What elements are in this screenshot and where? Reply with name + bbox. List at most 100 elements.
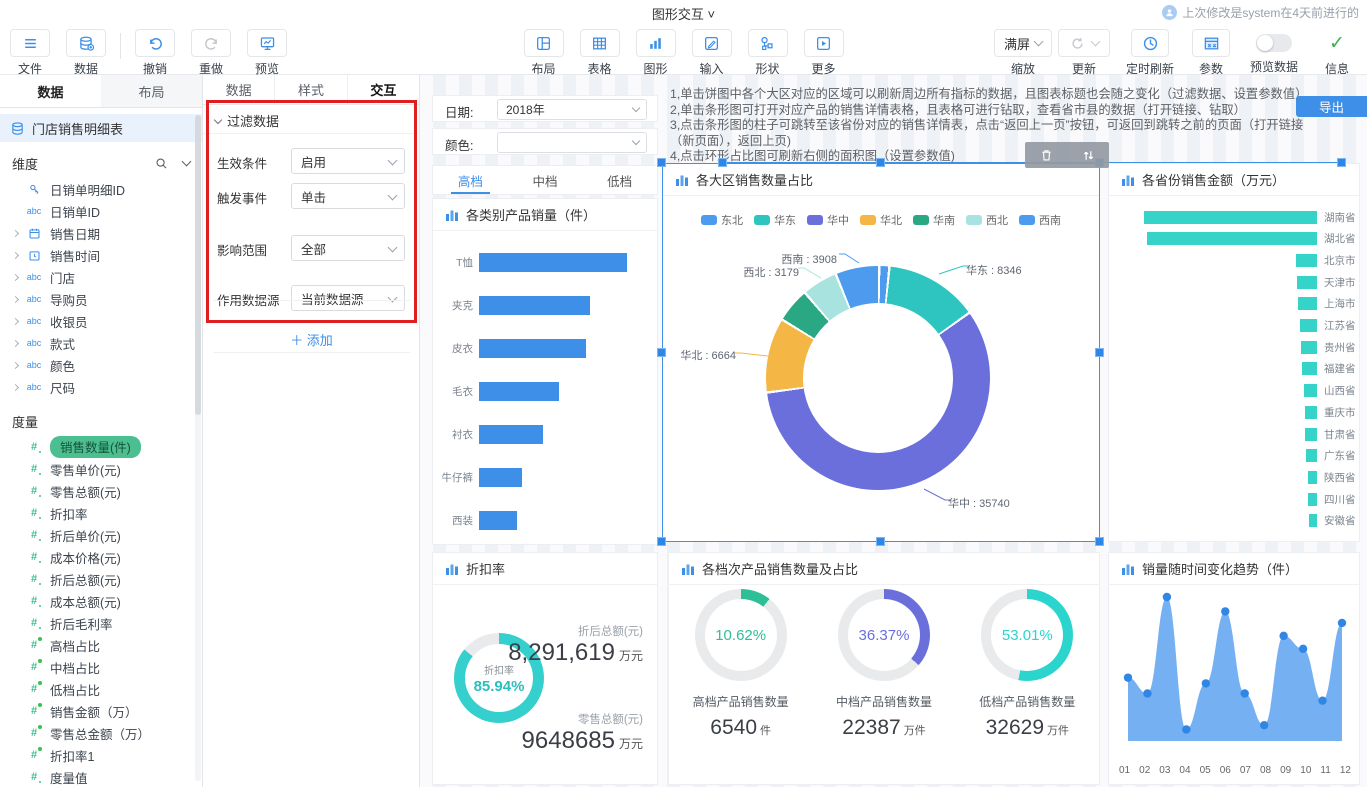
measure-field[interactable]: #销售金额（万） xyxy=(0,700,202,722)
province-bar-row[interactable]: 山西省 xyxy=(1109,384,1359,398)
legend-item[interactable]: 华东 xyxy=(754,212,796,228)
province-bar-row[interactable]: 安徽省 xyxy=(1109,514,1359,528)
chart-button[interactable]: 图形 xyxy=(634,29,678,77)
tab-style-settings[interactable]: 样式 xyxy=(275,75,347,104)
category-bar-row[interactable]: T恤 xyxy=(433,253,657,272)
category-bar-row[interactable]: 毛衣 xyxy=(433,382,657,401)
trend-data-point[interactable] xyxy=(1202,679,1210,687)
dimension-field[interactable]: 销售日期 xyxy=(0,222,202,244)
measure-field[interactable]: #零售总金额（万） xyxy=(0,722,202,744)
category-bar-row[interactable]: 西装 xyxy=(433,511,657,530)
province-bar-row[interactable]: 江苏省 xyxy=(1109,319,1359,333)
layout-button[interactable]: 布局 xyxy=(522,29,566,77)
tab-interaction-settings[interactable]: 交互 xyxy=(348,75,419,104)
zoom-control[interactable]: 满屏 缩放 xyxy=(1001,29,1045,77)
province-bar[interactable] xyxy=(1144,211,1317,224)
export-button[interactable]: 导出 xyxy=(1296,96,1367,117)
selection-handle[interactable] xyxy=(657,537,666,546)
province-bar[interactable] xyxy=(1301,341,1317,354)
legend-item[interactable]: 东北 xyxy=(701,212,743,228)
grade-tab-中档[interactable]: 中档 xyxy=(508,166,583,194)
province-bar-row[interactable]: 上海市 xyxy=(1109,297,1359,311)
trend-data-point[interactable] xyxy=(1163,593,1171,601)
trend-data-point[interactable] xyxy=(1318,696,1326,704)
selection-handle[interactable] xyxy=(657,158,666,167)
selection-handle[interactable] xyxy=(657,348,666,357)
measure-field[interactable]: #折后毛利率 xyxy=(0,612,202,634)
trend-data-point[interactable] xyxy=(1124,673,1132,681)
category-bar-row[interactable]: 皮衣 xyxy=(433,339,657,358)
selection-handle[interactable] xyxy=(718,158,727,167)
province-bar[interactable] xyxy=(1308,471,1318,484)
province-bar-row[interactable]: 湖南省 xyxy=(1109,210,1359,224)
province-bar-row[interactable]: 重庆市 xyxy=(1109,405,1359,419)
category-bar[interactable] xyxy=(479,511,517,530)
color-filter-select[interactable] xyxy=(497,132,647,153)
province-bar-row[interactable]: 贵州省 xyxy=(1109,340,1359,354)
grade-tab-低档[interactable]: 低档 xyxy=(582,166,657,194)
category-sales-chart-panel[interactable]: 各类别产品销量（件） T恤夹克皮衣毛衣衬衣牛仔裤西装 xyxy=(432,198,658,545)
tab-layout[interactable]: 布局 xyxy=(101,75,202,107)
grade-share-panel[interactable]: 各档次产品销售数量及占比 10.62%高档产品销售数量6540件36.37%中档… xyxy=(668,552,1100,785)
trend-data-point[interactable] xyxy=(1279,632,1287,640)
expand-chevron-icon[interactable] xyxy=(11,295,18,302)
trend-data-point[interactable] xyxy=(1260,721,1268,729)
province-bar-row[interactable]: 陕西省 xyxy=(1109,470,1359,484)
dimension-field[interactable]: abc导购员 xyxy=(0,288,202,310)
measure-field[interactable]: #折后单价(元) xyxy=(0,524,202,546)
category-bar[interactable] xyxy=(479,339,586,358)
measure-field[interactable]: #零售单价(元) xyxy=(0,458,202,480)
dimension-field[interactable]: 销售时间 xyxy=(0,244,202,266)
province-bar-row[interactable]: 湖北省 xyxy=(1109,232,1359,246)
province-bar[interactable] xyxy=(1298,297,1317,310)
discount-rate-panel[interactable]: 折扣率 折扣率85.94% 折后总额(元) 8,291,619万元 零售总额(元… xyxy=(432,552,658,785)
province-sales-chart-panel[interactable]: 各省份销售金额（万元） 湖南省湖北省北京市天津市上海市江苏省贵州省福建省山西省重… xyxy=(1108,163,1360,542)
grade-ring-block[interactable]: 36.37%中档产品销售数量22387万件 xyxy=(819,589,949,740)
province-bar[interactable] xyxy=(1297,276,1317,289)
toggle-off-icon[interactable] xyxy=(1256,34,1292,52)
expand-chevron-icon[interactable] xyxy=(11,383,18,390)
preview-data-toggle[interactable]: 预览数据 xyxy=(1245,29,1303,75)
province-bar-row[interactable]: 天津市 xyxy=(1109,275,1359,289)
expand-chevron-icon[interactable] xyxy=(11,251,18,258)
region-share-chart-panel[interactable]: 各大区销售数量占比 东北华东华中华北华南西北西南 西南 : 3908西北 : 3… xyxy=(662,163,1100,542)
grade-ring-block[interactable]: 10.62%高档产品销售数量6540件 xyxy=(676,589,806,740)
dimension-field[interactable]: abc门店 xyxy=(0,266,202,288)
filter-field-select[interactable]: 全部 xyxy=(291,235,405,261)
expand-chevron-icon[interactable] xyxy=(11,339,18,346)
dimension-field[interactable]: abc收银员 xyxy=(0,310,202,332)
province-bar[interactable] xyxy=(1305,428,1317,441)
measure-field[interactable]: #折扣率 xyxy=(0,502,202,524)
sidebar-scrollbar[interactable] xyxy=(195,115,201,781)
redo-button[interactable]: 重做 xyxy=(189,29,233,77)
trend-data-point[interactable] xyxy=(1143,689,1151,697)
category-bar[interactable] xyxy=(479,296,590,315)
measure-field[interactable]: #高档占比 xyxy=(0,634,202,656)
measure-field[interactable]: #中档占比 xyxy=(0,656,202,678)
dimension-field[interactable]: abc颜色 xyxy=(0,354,202,376)
province-bar-row[interactable]: 北京市 xyxy=(1109,253,1359,267)
tab-data[interactable]: 数据 xyxy=(0,75,101,107)
measure-field[interactable]: #折后总额(元) xyxy=(0,568,202,590)
trend-data-point[interactable] xyxy=(1338,619,1346,627)
measure-field[interactable]: #低档占比 xyxy=(0,678,202,700)
table-button[interactable]: 表格 xyxy=(578,29,622,77)
category-bar[interactable] xyxy=(479,382,559,401)
province-bar[interactable] xyxy=(1305,406,1317,419)
grade-tab-高档[interactable]: 高档 xyxy=(433,166,508,194)
timed-refresh-button[interactable]: 定时刷新 xyxy=(1123,29,1177,77)
trash-icon[interactable] xyxy=(1039,148,1054,163)
province-bar[interactable] xyxy=(1304,384,1317,397)
grade-ring-block[interactable]: 53.01%低档产品销售数量32629万件 xyxy=(962,589,1092,740)
province-bar-row[interactable]: 四川省 xyxy=(1109,492,1359,506)
preview-button[interactable]: 预览 xyxy=(245,29,289,77)
category-bar[interactable] xyxy=(479,468,522,487)
category-bar[interactable] xyxy=(479,253,627,272)
swap-order-icon[interactable] xyxy=(1081,148,1096,163)
selection-handle[interactable] xyxy=(1337,158,1346,167)
update-button[interactable]: 更新 xyxy=(1057,29,1111,77)
dimension-field[interactable]: abc尺码 xyxy=(0,376,202,398)
province-bar[interactable] xyxy=(1306,449,1317,462)
collapse-chevron-icon[interactable] xyxy=(182,157,192,167)
trend-data-point[interactable] xyxy=(1221,607,1229,615)
